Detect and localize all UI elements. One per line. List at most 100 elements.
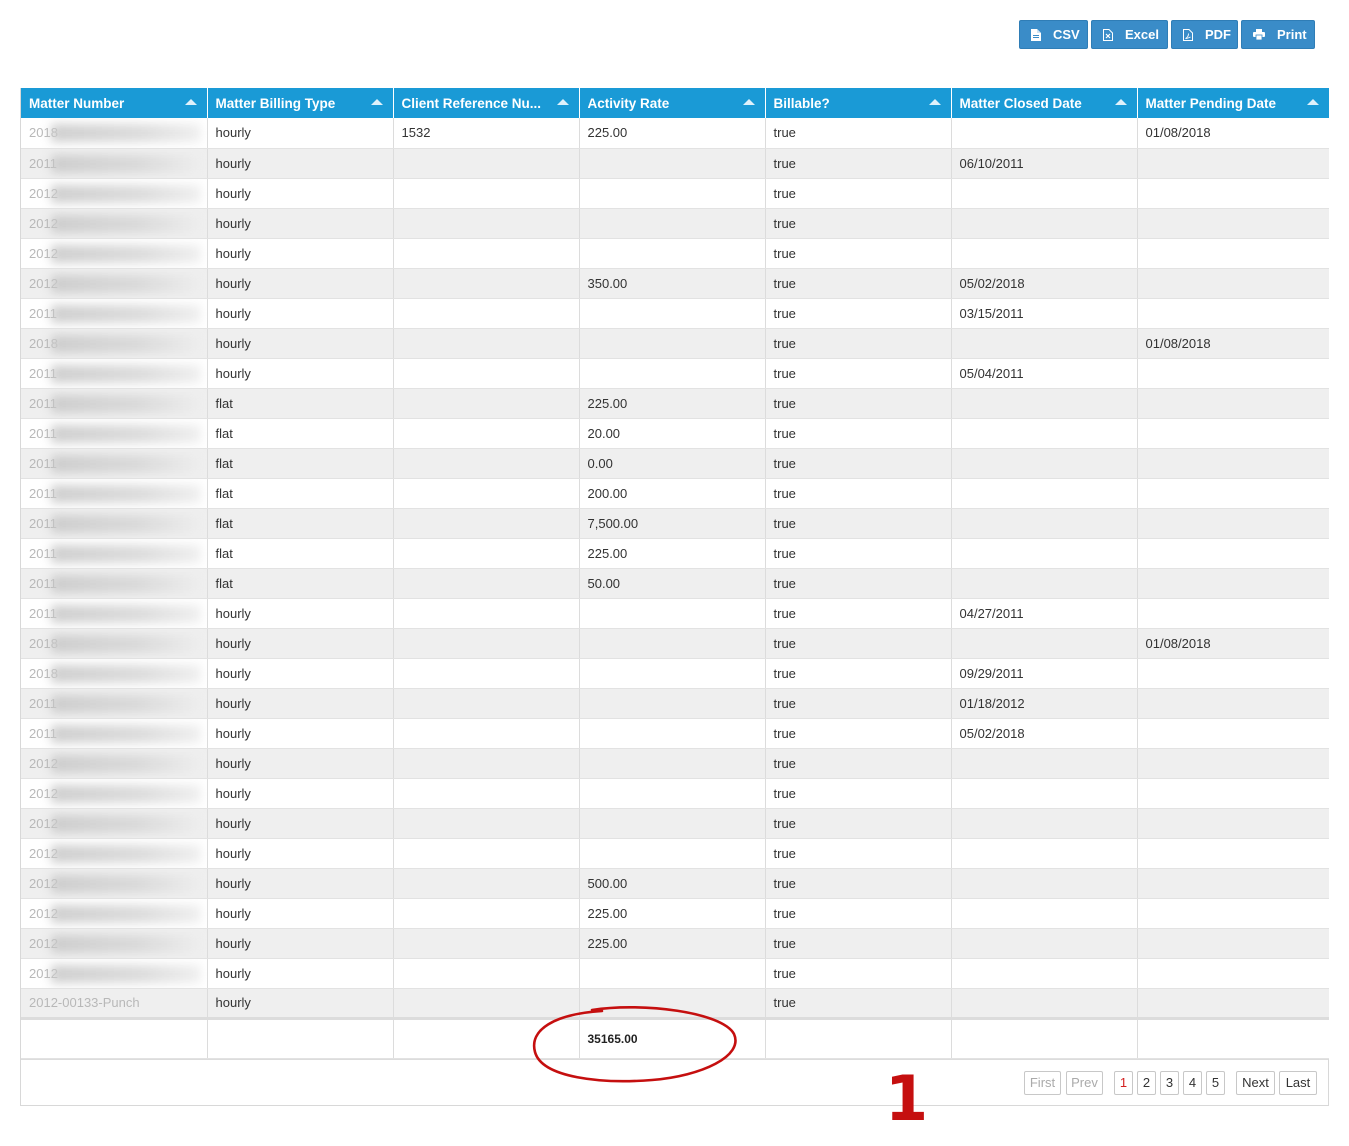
redaction-blur <box>51 574 201 593</box>
table-row[interactable]: 2012 hourly true <box>21 178 1329 209</box>
matter-number-cell: 2012 <box>21 808 208 839</box>
column-header-activity-rate[interactable]: Activity Rate <box>579 88 766 118</box>
activity-rate-cell <box>579 628 766 659</box>
activity-rate-cell <box>579 328 766 359</box>
table-row[interactable]: 2011 flat 50.00 true <box>21 568 1329 599</box>
table-row[interactable]: 2011 flat 225.00 true <box>21 388 1329 419</box>
table-row[interactable]: 2012 hourly true <box>21 808 1329 839</box>
matter-number-cell: 2012 <box>21 748 208 779</box>
activity-rate-cell: 0.00 <box>579 448 766 479</box>
excel-export-button[interactable]: Excel <box>1091 20 1168 49</box>
redaction-blur <box>51 334 201 353</box>
activity-rate-cell: 7,500.00 <box>579 508 766 539</box>
client-reference-cell <box>393 568 580 599</box>
billing-type-cell: hourly <box>207 988 394 1019</box>
last-page-button[interactable]: Last <box>1279 1070 1317 1095</box>
closed-date-cell <box>951 928 1138 959</box>
table-row[interactable]: 2018 hourly true 01/08/2018 <box>21 328 1329 359</box>
file-icon <box>1031 28 1041 41</box>
table-row[interactable]: 2012 hourly 500.00 true <box>21 868 1329 899</box>
matter-number-cell: 2011 <box>21 418 208 449</box>
redaction-blur <box>51 544 201 563</box>
table-row[interactable]: 2011 hourly true 01/18/2012 <box>21 688 1329 719</box>
table-row[interactable]: 2011 flat 7,500.00 true <box>21 508 1329 539</box>
table-row[interactable]: 2011 hourly true 05/02/2018 <box>21 718 1329 749</box>
client-reference-cell <box>393 628 580 659</box>
table-row[interactable]: 2018 hourly 1532 225.00 true 01/08/2018 <box>21 118 1329 149</box>
client-reference-cell <box>393 418 580 449</box>
table-row[interactable]: 2012 hourly true <box>21 838 1329 869</box>
table-row[interactable]: 2011 flat 200.00 true <box>21 478 1329 509</box>
table-row[interactable]: 2011 hourly true 05/04/2011 <box>21 358 1329 389</box>
matter-number-cell: 2012 <box>21 958 208 989</box>
table-row[interactable]: 2011 flat 0.00 true <box>21 448 1329 479</box>
table-row[interactable]: 2011 hourly true 06/10/2011 <box>21 148 1329 179</box>
table-row[interactable]: 2011 flat 20.00 true <box>21 418 1329 449</box>
activity-rate-cell: 225.00 <box>579 898 766 929</box>
column-header-billable[interactable]: Billable? <box>765 88 952 118</box>
billing-type-cell: hourly <box>207 778 394 809</box>
next-page-button[interactable]: Next <box>1236 1070 1275 1095</box>
column-header-matter-billing-type[interactable]: Matter Billing Type <box>207 88 394 118</box>
page-2-button[interactable]: 2 <box>1137 1070 1156 1095</box>
column-header-matter-closed-date[interactable]: Matter Closed Date <box>951 88 1138 118</box>
table-row[interactable]: 2012 hourly 225.00 true <box>21 928 1329 959</box>
pending-date-cell: 01/08/2018 <box>1137 328 1329 359</box>
activity-rate-cell: 225.00 <box>579 538 766 569</box>
client-reference-cell <box>393 688 580 719</box>
table-row[interactable]: 2012 hourly true <box>21 748 1329 779</box>
page-4-button[interactable]: 4 <box>1183 1070 1202 1095</box>
table-row[interactable]: 2012 hourly true <box>21 238 1329 269</box>
table-row[interactable]: 2012 hourly 225.00 true <box>21 898 1329 929</box>
billing-type-cell: hourly <box>207 838 394 869</box>
client-reference-cell <box>393 298 580 329</box>
pdf-export-button[interactable]: PDF <box>1171 20 1238 49</box>
closed-date-cell: 04/27/2011 <box>951 598 1138 629</box>
matter-number-cell: 2011 <box>21 388 208 419</box>
table-row[interactable]: 2011 hourly true 03/15/2011 <box>21 298 1329 329</box>
closed-date-cell <box>951 958 1138 989</box>
prev-page-button[interactable]: Prev <box>1066 1070 1103 1095</box>
first-page-button[interactable]: First <box>1024 1070 1061 1095</box>
closed-date-cell <box>951 508 1138 539</box>
matter-number-cell: 2011 <box>21 538 208 569</box>
page-3-button[interactable]: 3 <box>1160 1070 1179 1095</box>
closed-date-cell <box>951 418 1138 449</box>
table-row[interactable]: 2012 hourly true <box>21 778 1329 809</box>
print-button[interactable]: Print <box>1241 20 1315 49</box>
client-reference-cell <box>393 448 580 479</box>
column-header-matter-pending-date[interactable]: Matter Pending Date <box>1137 88 1329 118</box>
column-header-client-reference-number[interactable]: Client Reference Nu... <box>393 88 580 118</box>
column-header-matter-number[interactable]: Matter Number <box>21 88 208 118</box>
pending-date-cell <box>1137 178 1329 209</box>
activity-rate-cell: 20.00 <box>579 418 766 449</box>
billable-cell: true <box>765 778 952 809</box>
pending-date-cell <box>1137 748 1329 779</box>
redaction-blur <box>51 874 201 893</box>
table-row[interactable]: 2012 hourly true <box>21 208 1329 239</box>
closed-date-cell: 05/02/2018 <box>951 268 1138 299</box>
table-row[interactable]: 2012 hourly true <box>21 958 1329 989</box>
page-5-button[interactable]: 5 <box>1206 1070 1225 1095</box>
pending-date-cell <box>1137 388 1329 419</box>
redaction-blur <box>51 514 201 533</box>
billable-cell: true <box>765 868 952 899</box>
table-row[interactable]: 2012 hourly 350.00 true 05/02/2018 <box>21 268 1329 299</box>
table-row[interactable]: 2018 hourly true 01/08/2018 <box>21 628 1329 659</box>
client-reference-cell <box>393 538 580 569</box>
sort-ascending-icon <box>370 99 383 105</box>
activity-rate-cell <box>579 208 766 239</box>
page-1-button[interactable]: 1 <box>1114 1070 1133 1095</box>
matter-number-cell: 2011 <box>21 448 208 479</box>
csv-export-button[interactable]: CSV <box>1019 20 1088 49</box>
table-row[interactable]: 2012-00133-Punch hourly true <box>21 988 1329 1019</box>
table-row[interactable]: 2011 flat 225.00 true <box>21 538 1329 569</box>
activity-rate-cell <box>579 748 766 779</box>
matter-number-cell: 2011 <box>21 358 208 389</box>
table-row[interactable]: 2018 hourly true 09/29/2011 <box>21 658 1329 689</box>
pending-date-cell <box>1137 238 1329 269</box>
activity-rate-cell: 500.00 <box>579 868 766 899</box>
table-row[interactable]: 2011 hourly true 04/27/2011 <box>21 598 1329 629</box>
pagination: First Prev 1 2 3 4 5 Next Last <box>21 1058 1328 1105</box>
pending-date-cell <box>1137 598 1329 629</box>
